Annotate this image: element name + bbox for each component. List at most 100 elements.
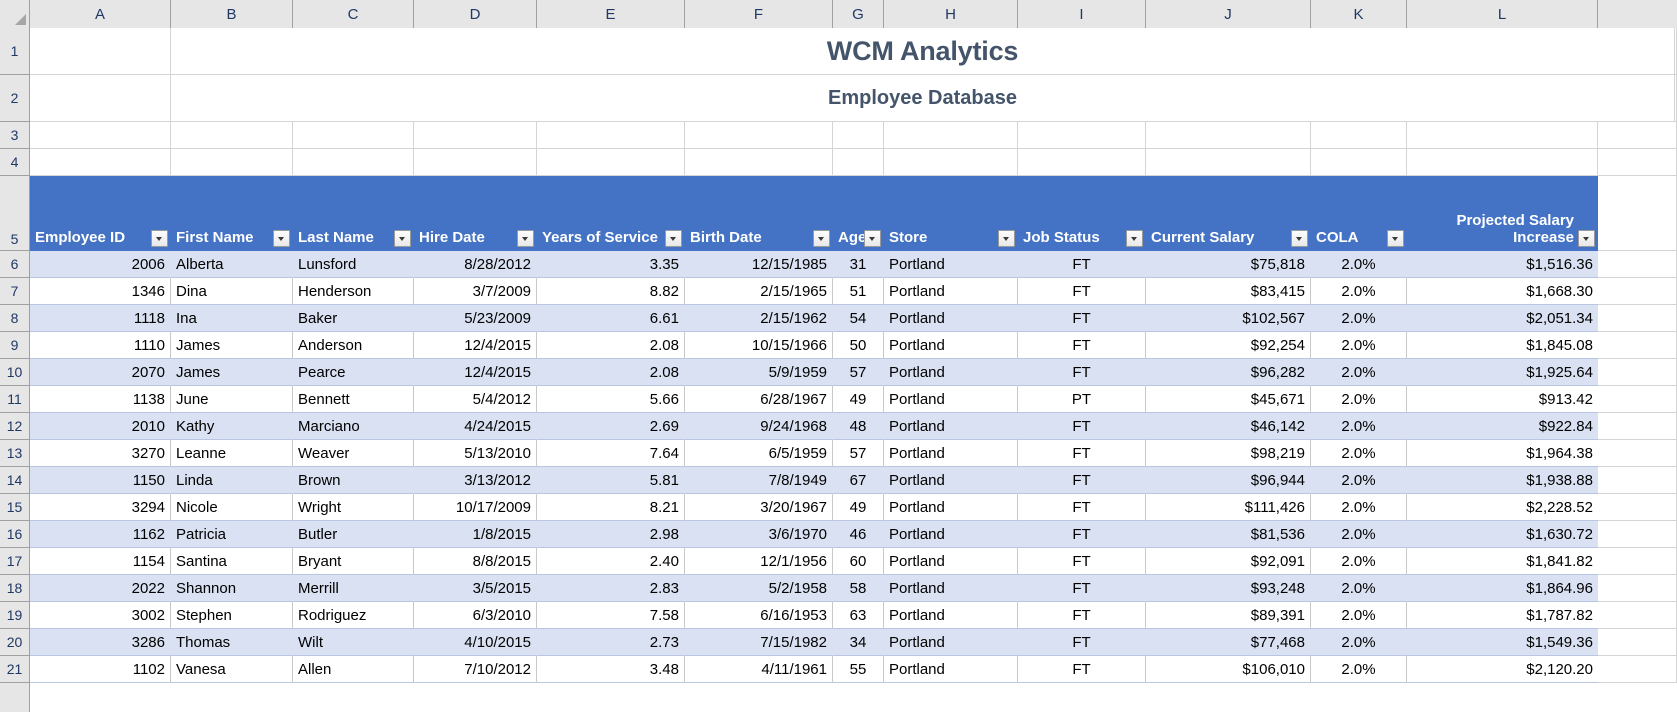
cell-cola[interactable]: 2.0% <box>1311 548 1407 575</box>
cell-birth-date[interactable]: 4/11/1961 <box>685 656 833 683</box>
cell-age[interactable]: 34 <box>833 629 884 656</box>
cell-job-status[interactable]: FT <box>1018 494 1146 521</box>
table-row[interactable]: 1162 Patricia Butler 1/8/2015 2.98 3/6/1970 46… <box>30 521 1677 548</box>
cell-first-name[interactable]: Ina <box>171 305 293 332</box>
cell-job-status[interactable]: FT <box>1018 629 1146 656</box>
cell-employee-id[interactable]: 1102 <box>30 656 171 683</box>
cell-B3[interactable] <box>171 122 293 149</box>
column-header-B[interactable]: B <box>171 0 293 28</box>
cell-years-of-service[interactable]: 7.58 <box>537 602 685 629</box>
cell-years-of-service[interactable]: 3.35 <box>537 251 685 278</box>
table-row[interactable]: 1110 James Anderson 12/4/2015 2.08 10/15/1966… <box>30 332 1677 359</box>
cell-job-status[interactable]: FT <box>1018 656 1146 683</box>
cell-first-name[interactable]: Dina <box>171 278 293 305</box>
row-number-11[interactable]: 11 <box>0 386 29 413</box>
row-number-12[interactable]: 12 <box>0 413 29 440</box>
table-header-employee-id[interactable]: Employee ID <box>30 176 171 251</box>
cell-first-name[interactable]: Vanesa <box>171 656 293 683</box>
column-header-A[interactable]: A <box>30 0 171 28</box>
cell-current-salary[interactable]: $45,671 <box>1146 386 1311 413</box>
cell-D3[interactable] <box>414 122 537 149</box>
column-header-F[interactable]: F <box>685 0 833 28</box>
cell-age[interactable]: 49 <box>833 494 884 521</box>
filter-dropdown-icon-age[interactable] <box>864 230 881 247</box>
cell-age[interactable]: 55 <box>833 656 884 683</box>
cell-H3[interactable] <box>884 122 1018 149</box>
cell-store[interactable]: Portland <box>884 251 1018 278</box>
row-number-6[interactable]: 6 <box>0 251 29 278</box>
filter-dropdown-icon-store[interactable] <box>998 230 1015 247</box>
cell-current-salary[interactable]: $92,091 <box>1146 548 1311 575</box>
cell-years-of-service[interactable]: 2.08 <box>537 332 685 359</box>
cell-store[interactable]: Portland <box>884 467 1018 494</box>
table-row[interactable]: 1150 Linda Brown 3/13/2012 5.81 7/8/1949 67 Por… <box>30 467 1677 494</box>
cell-projected-salary-increase[interactable]: $1,845.08 <box>1407 332 1598 359</box>
cell-age[interactable]: 50 <box>833 332 884 359</box>
cell-employee-id[interactable]: 1154 <box>30 548 171 575</box>
cell-years-of-service[interactable]: 8.82 <box>537 278 685 305</box>
cell-A1[interactable] <box>30 28 171 75</box>
cell-hire-date[interactable]: 10/17/2009 <box>414 494 537 521</box>
cell-age[interactable]: 46 <box>833 521 884 548</box>
cell-cola[interactable]: 2.0% <box>1311 494 1407 521</box>
column-header-C[interactable]: C <box>293 0 414 28</box>
cell-hire-date[interactable]: 4/10/2015 <box>414 629 537 656</box>
cell-birth-date[interactable]: 6/28/1967 <box>685 386 833 413</box>
cell-first-name[interactable]: James <box>171 359 293 386</box>
cell-projected-salary-increase[interactable]: $1,549.36 <box>1407 629 1598 656</box>
table-header-job-status[interactable]: Job Status <box>1018 176 1146 251</box>
cell-last-name[interactable]: Henderson <box>293 278 414 305</box>
row-number-17[interactable]: 17 <box>0 548 29 575</box>
cell-years-of-service[interactable]: 8.21 <box>537 494 685 521</box>
filter-dropdown-icon-last-name[interactable] <box>394 230 411 247</box>
cell-current-salary[interactable]: $96,282 <box>1146 359 1311 386</box>
cell-current-salary[interactable]: $111,426 <box>1146 494 1311 521</box>
row-number-15[interactable]: 15 <box>0 494 29 521</box>
table-header-cola[interactable]: COLA <box>1311 176 1407 251</box>
column-header-E[interactable]: E <box>537 0 685 28</box>
cell-birth-date[interactable]: 7/15/1982 <box>685 629 833 656</box>
table-row[interactable]: 3002 Stephen Rodriguez 6/3/2010 7.58 6/16/195… <box>30 602 1677 629</box>
filter-dropdown-icon-projected-salary-increase[interactable] <box>1578 230 1595 247</box>
filter-dropdown-icon-birth-date[interactable] <box>813 230 830 247</box>
cell-cola[interactable]: 2.0% <box>1311 521 1407 548</box>
cell-age[interactable]: 57 <box>833 440 884 467</box>
cell-first-name[interactable]: Nicole <box>171 494 293 521</box>
cell-last-name[interactable]: Baker <box>293 305 414 332</box>
row-number-14[interactable]: 14 <box>0 467 29 494</box>
cell-current-salary[interactable]: $93,248 <box>1146 575 1311 602</box>
cell-employee-id[interactable]: 1110 <box>30 332 171 359</box>
cell-projected-salary-increase[interactable]: $922.84 <box>1407 413 1598 440</box>
cell-store[interactable]: Portland <box>884 494 1018 521</box>
cell-store[interactable]: Portland <box>884 440 1018 467</box>
cell-job-status[interactable]: FT <box>1018 440 1146 467</box>
table-header-birth-date[interactable]: Birth Date <box>685 176 833 251</box>
cell-store[interactable]: Portland <box>884 602 1018 629</box>
cell-last-name[interactable]: Rodriguez <box>293 602 414 629</box>
cell-birth-date[interactable]: 3/20/1967 <box>685 494 833 521</box>
cell-projected-salary-increase[interactable]: $1,864.96 <box>1407 575 1598 602</box>
table-row[interactable]: 1346 Dina Henderson 3/7/2009 8.82 2/15/1965 51… <box>30 278 1677 305</box>
cell-G4[interactable] <box>833 149 884 176</box>
cell-employee-id[interactable]: 1346 <box>30 278 171 305</box>
cell-last-name[interactable]: Bryant <box>293 548 414 575</box>
cell-L4[interactable] <box>1407 149 1598 176</box>
cell-store[interactable]: Portland <box>884 656 1018 683</box>
cell-store[interactable]: Portland <box>884 278 1018 305</box>
column-header-I[interactable]: I <box>1018 0 1146 28</box>
cell-C3[interactable] <box>293 122 414 149</box>
cell-job-status[interactable]: FT <box>1018 413 1146 440</box>
cell-current-salary[interactable]: $81,536 <box>1146 521 1311 548</box>
cell-hire-date[interactable]: 1/8/2015 <box>414 521 537 548</box>
cell-projected-salary-increase[interactable]: $2,120.20 <box>1407 656 1598 683</box>
table-header-years-of-service[interactable]: Years of Service <box>537 176 685 251</box>
cell-job-status[interactable]: FT <box>1018 548 1146 575</box>
cell-first-name[interactable]: James <box>171 332 293 359</box>
cell-cola[interactable]: 2.0% <box>1311 440 1407 467</box>
table-row[interactable]: 2006 Alberta Lunsford 8/28/2012 3.35 12/15/19… <box>30 251 1677 278</box>
cell-employee-id[interactable]: 2010 <box>30 413 171 440</box>
cell-job-status[interactable]: FT <box>1018 278 1146 305</box>
row-number-21[interactable]: 21 <box>0 656 29 683</box>
cell-current-salary[interactable]: $92,254 <box>1146 332 1311 359</box>
cell-projected-salary-increase[interactable]: $1,516.36 <box>1407 251 1598 278</box>
